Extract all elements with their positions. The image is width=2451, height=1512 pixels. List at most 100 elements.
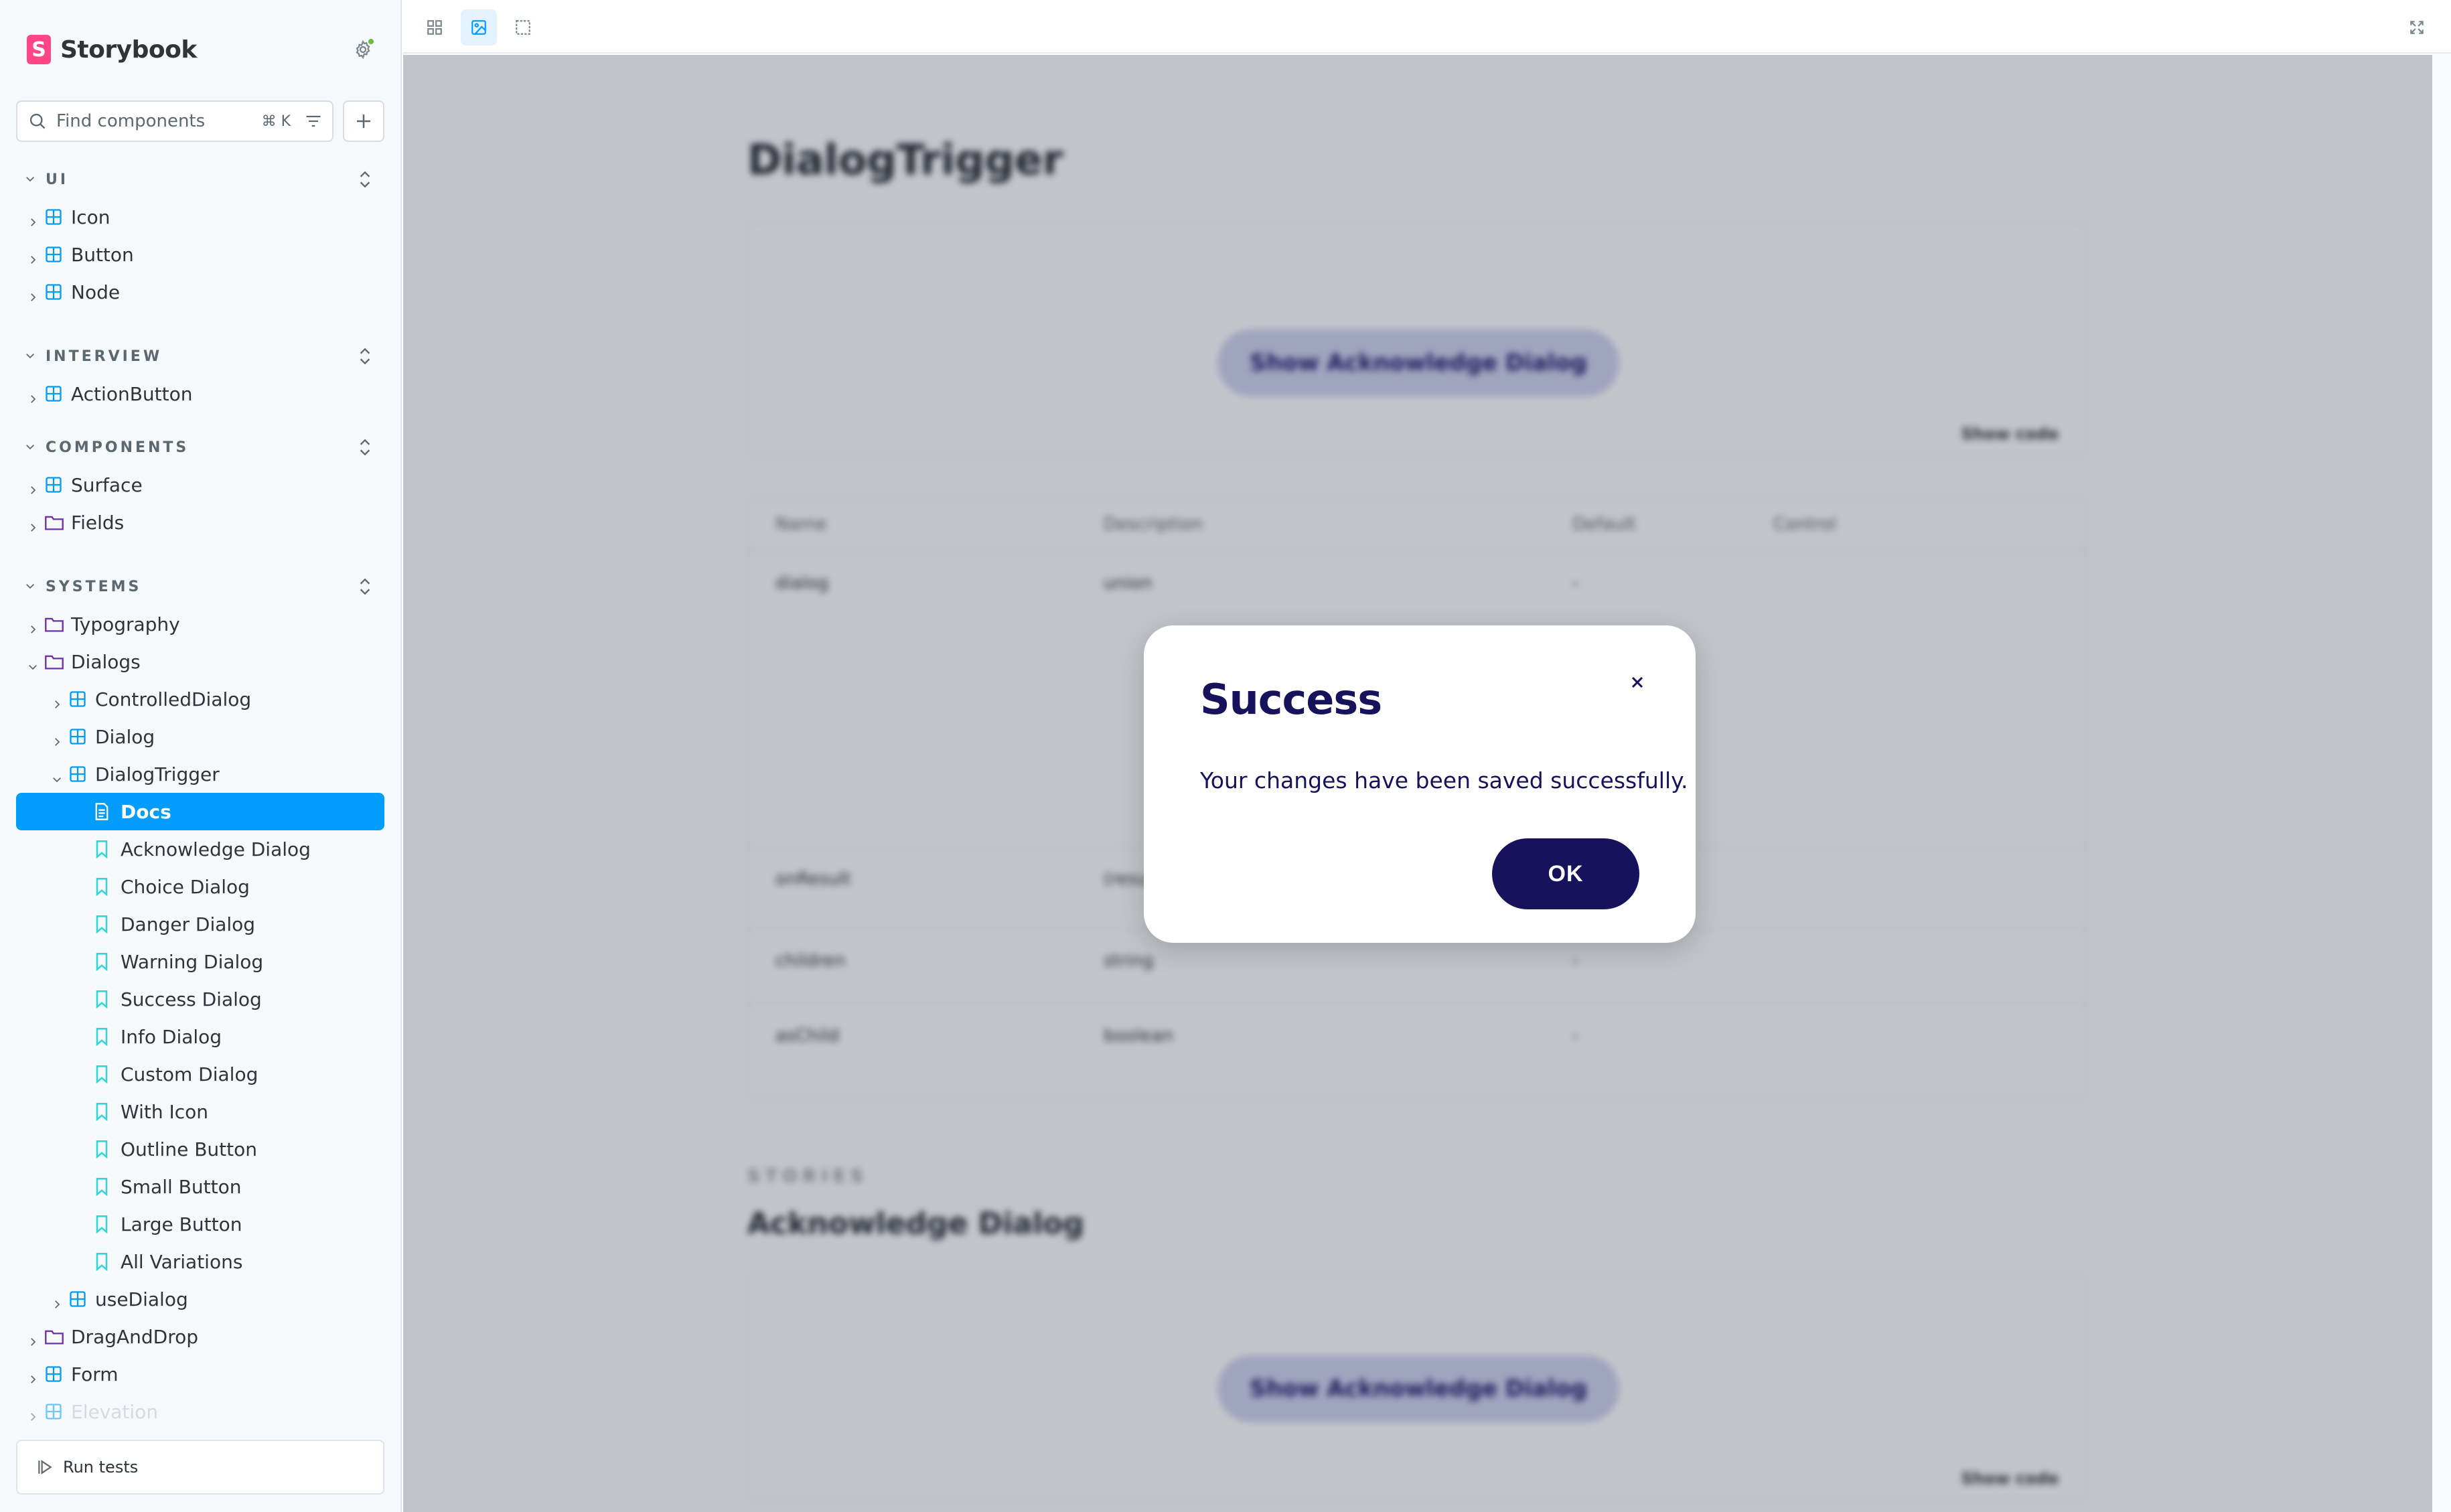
preview-canvas: DialogTrigger Show Acknowledge Dialog Sh… [403, 55, 2432, 1512]
success-dialog: Success Your changes have been saved suc… [1144, 625, 1696, 943]
sidebar-item[interactable]: Small Button [0, 1168, 400, 1205]
grid-icon [427, 20, 442, 35]
ok-button[interactable]: OK [1492, 838, 1639, 909]
chevron-right-icon[interactable] [51, 1293, 63, 1315]
chevron-right-icon[interactable] [27, 479, 39, 501]
sidebar-item-label: Form [71, 1363, 119, 1385]
sidebar-item[interactable]: DialogTrigger [0, 755, 400, 793]
sidebar-item[interactable]: Fields [0, 504, 400, 541]
chevron-right-icon[interactable] [27, 516, 39, 538]
sidebar-item[interactable]: Choice Dialog [0, 868, 400, 905]
sidebar-item[interactable]: Large Button [0, 1205, 400, 1243]
filter-button[interactable] [304, 112, 323, 131]
sidebar-item[interactable]: With Icon [0, 1093, 400, 1130]
sidebar-item-label: Surface [71, 474, 143, 496]
brand-name: Storybook [60, 35, 197, 64]
component-icon [44, 384, 63, 408]
story-icon [94, 1027, 110, 1051]
run-tests-button[interactable]: Run tests [16, 1440, 384, 1495]
chevron-right-icon[interactable] [51, 693, 63, 715]
sidebar-item[interactable]: Dialogs [0, 643, 400, 680]
chevron-right-icon[interactable] [51, 731, 63, 753]
component-icon [68, 690, 87, 713]
sidebar-item-label: Dialog [95, 726, 155, 748]
sidebar-item[interactable]: Acknowledge Dialog [0, 830, 400, 868]
dialog-close-button[interactable] [1622, 667, 1653, 698]
sidebar-item[interactable]: All Variations [0, 1243, 400, 1280]
sidebar-item-label: Typography [71, 613, 180, 635]
component-icon [44, 245, 63, 269]
expand-collapse-icon[interactable] [356, 437, 374, 461]
search-field[interactable]: Find components ⌘ K [16, 100, 333, 142]
chevron-down-icon[interactable] [51, 768, 63, 790]
chevron-right-icon[interactable] [27, 1368, 39, 1390]
image-icon [471, 20, 486, 35]
sidebar-item[interactable]: ControlledDialog [0, 680, 400, 718]
component-icon [44, 1365, 63, 1388]
sidebar-item-label: Dialogs [71, 651, 141, 673]
sidebar-item[interactable]: Info Dialog [0, 1018, 400, 1055]
sidebar-group-header[interactable]: INTERVIEW [0, 337, 400, 375]
brand[interactable]: S Storybook [27, 35, 197, 64]
background-toggle-button[interactable] [461, 9, 497, 46]
settings-button[interactable] [350, 36, 376, 63]
fullscreen-button[interactable] [2399, 9, 2435, 46]
sidebar-item-label: Small Button [121, 1176, 242, 1198]
sidebar-item[interactable]: useDialog [0, 1280, 400, 1318]
expand-collapse-icon[interactable] [356, 576, 374, 600]
chevron-right-icon[interactable] [27, 388, 39, 410]
search-input[interactable]: Find components [56, 111, 262, 131]
chevron-down-icon [24, 350, 36, 364]
play-icon [38, 1460, 52, 1475]
sidebar-item[interactable]: Success Dialog [0, 980, 400, 1018]
add-button[interactable] [343, 100, 384, 142]
sidebar-group-header[interactable]: SYSTEMS [0, 568, 400, 605]
sidebar-item[interactable]: Form [0, 1355, 400, 1393]
folder-icon [44, 615, 64, 638]
expand-collapse-icon[interactable] [356, 346, 374, 370]
status-dot [367, 37, 375, 46]
sidebar-item[interactable]: Typography [0, 605, 400, 643]
scrollbar-track[interactable] [2432, 54, 2451, 1512]
close-icon [1631, 676, 1643, 688]
sidebar-item[interactable]: ActionButton [0, 375, 400, 412]
component-icon [68, 1290, 87, 1313]
chevron-right-icon[interactable] [27, 1331, 39, 1353]
sidebar-item[interactable]: Outline Button [0, 1130, 400, 1168]
sidebar-item[interactable]: Surface [0, 466, 400, 504]
sidebar-item[interactable]: Elevation [0, 1393, 400, 1430]
sidebar-item[interactable]: Dialog [0, 718, 400, 755]
chevron-right-icon[interactable] [27, 211, 39, 233]
sidebar-item[interactable]: Danger Dialog [0, 905, 400, 943]
sidebar-group-header[interactable]: UI [0, 161, 400, 198]
chevron-right-icon[interactable] [27, 618, 39, 640]
sidebar-item[interactable]: DragAndDrop [0, 1318, 400, 1355]
plus-icon [357, 115, 370, 128]
story-icon [94, 1065, 110, 1088]
expand-collapse-icon[interactable] [356, 169, 374, 193]
sidebar-item-label: Button [71, 244, 134, 266]
sidebar-item-label: With Icon [121, 1101, 209, 1123]
sidebar-item[interactable]: Custom Dialog [0, 1055, 400, 1093]
chevron-right-icon[interactable] [27, 286, 39, 308]
sidebar-item-label: ActionButton [71, 383, 193, 405]
story-icon [94, 1252, 110, 1276]
sidebar-item[interactable]: Button [0, 236, 400, 273]
chevron-right-icon[interactable] [27, 248, 39, 271]
sidebar-item-label: Warning Dialog [121, 951, 264, 973]
story-icon [94, 952, 110, 976]
sidebar-item-docs[interactable]: Docs [16, 793, 384, 830]
grid-toggle-button[interactable] [417, 9, 453, 46]
sidebar-item-label: Node [71, 281, 121, 303]
sidebar-group-header[interactable]: COMPONENTS [0, 429, 400, 466]
run-tests-label: Run tests [63, 1458, 139, 1477]
sidebar-item[interactable]: Warning Dialog [0, 943, 400, 980]
sidebar-item[interactable]: Icon [0, 198, 400, 236]
sidebar-item[interactable]: Node [0, 273, 400, 311]
outline-toggle-button[interactable] [505, 9, 541, 46]
chevron-down-icon[interactable] [27, 656, 39, 678]
sidebar-item-label: Choice Dialog [121, 876, 250, 898]
story-icon [94, 877, 110, 901]
chevron-right-icon[interactable] [27, 1406, 39, 1428]
